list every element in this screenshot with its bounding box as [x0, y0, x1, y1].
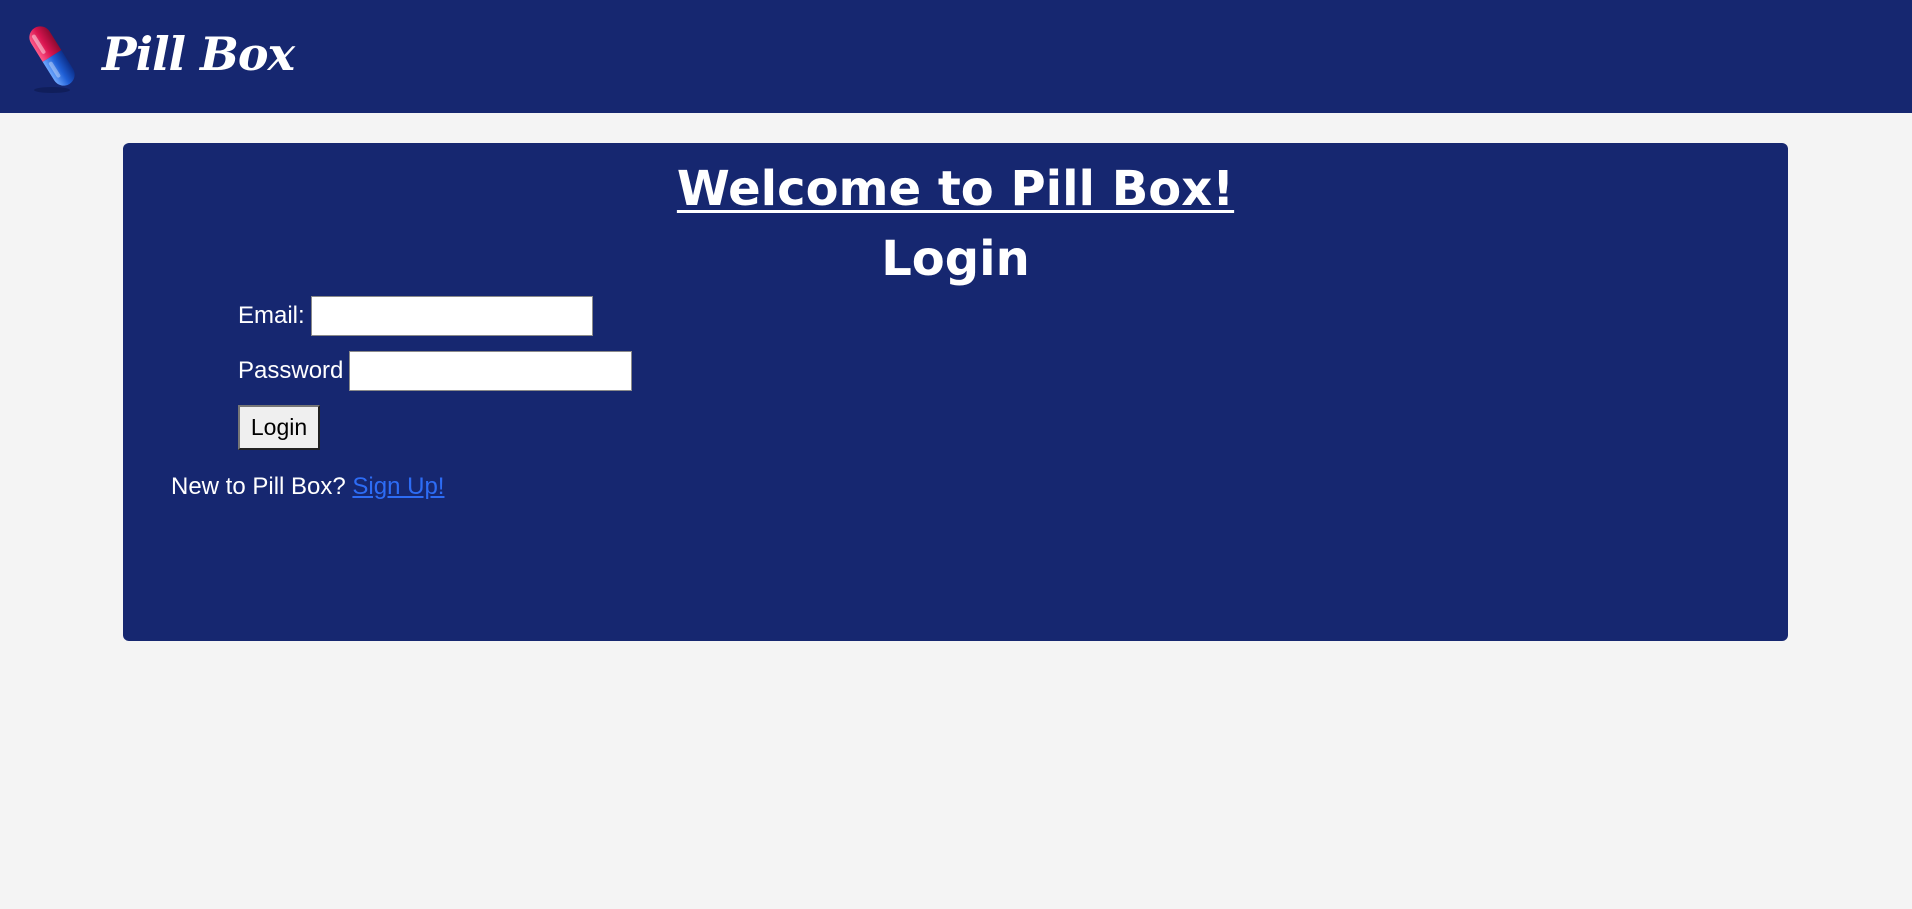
login-card: Welcome to Pill Box! Login Email: Passwo…: [123, 143, 1788, 641]
password-row: Password: [238, 351, 633, 391]
signup-prompt: New to Pill Box? Sign Up!: [171, 473, 444, 501]
password-field[interactable]: [349, 351, 633, 391]
welcome-heading: Welcome to Pill Box!: [676, 161, 1235, 217]
brand-title[interactable]: Pill Box: [102, 26, 295, 82]
password-label: Password: [238, 357, 344, 384]
navbar: Pill Box: [0, 0, 1912, 113]
signup-prompt-text: New to Pill Box?: [171, 473, 346, 500]
login-heading: Login: [881, 231, 1030, 287]
login-button[interactable]: Login: [238, 405, 320, 450]
email-row: Email:: [238, 296, 593, 336]
pill-capsule-icon[interactable]: [22, 16, 82, 96]
email-label: Email:: [238, 302, 305, 329]
signup-link[interactable]: Sign Up!: [352, 473, 444, 500]
email-field[interactable]: [310, 296, 593, 336]
